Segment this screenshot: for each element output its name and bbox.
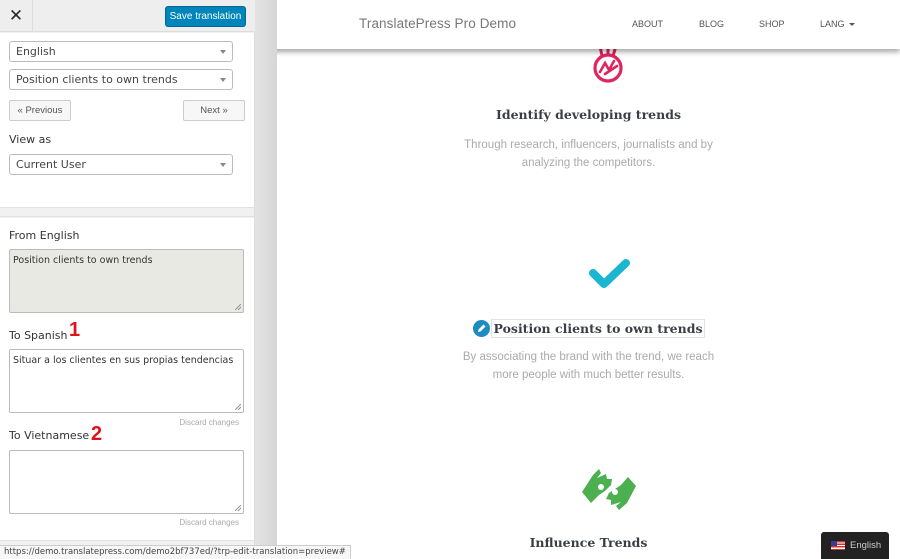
discard-changes-link-spanish[interactable]: Discard changes: [179, 418, 239, 427]
view-as-select-value: Current User: [16, 158, 86, 171]
original-text-value: Position clients to own trends: [13, 255, 153, 266]
discard-changes-link-vietnamese[interactable]: Discard changes: [179, 518, 239, 527]
translation-sidebar: ✕ Save translation English Position clie…: [0, 0, 255, 559]
resize-grip-icon[interactable]: [235, 404, 241, 410]
next-button[interactable]: Next »: [183, 100, 245, 121]
chevron-down-icon: [220, 50, 226, 54]
us-flag-icon: [831, 541, 845, 550]
string-select-value: Position clients to own trends: [16, 73, 178, 86]
browser-status-url: https://demo.translatepress.com/demo2bf7…: [0, 545, 351, 559]
preview-gutter: [255, 0, 277, 559]
sign-language-icon: [579, 465, 639, 519]
feature-description: By associating the brand with the trend,…: [277, 348, 900, 384]
language-switcher-label: English: [850, 540, 882, 551]
site-title[interactable]: TranslatePress Pro Demo: [359, 16, 516, 31]
sidebar-controls: English Position clients to own trends «…: [0, 33, 254, 207]
view-as-select[interactable]: Current User: [9, 154, 233, 175]
checkmark-icon: [589, 258, 631, 296]
chevron-down-icon: [220, 163, 226, 167]
translation-fields: From English Position clients to own tre…: [0, 218, 254, 540]
annotation-marker-1: 1: [69, 319, 81, 341]
edit-translation-pencil-icon[interactable]: [472, 320, 490, 337]
resize-grip-icon[interactable]: [235, 304, 241, 310]
close-editor-button[interactable]: ✕: [0, 0, 33, 32]
resize-grip-icon[interactable]: [235, 505, 241, 511]
language-select[interactable]: English: [9, 41, 233, 62]
nav-link-shop[interactable]: SHOP: [759, 19, 785, 29]
nav-link-blog[interactable]: BLOG: [699, 19, 724, 29]
nav-link-about[interactable]: ABOUT: [632, 19, 663, 29]
feature-identify-trends: Identify developing trends Through resea…: [277, 107, 900, 172]
language-select-value: English: [16, 45, 56, 58]
feature-desc-line: Through research, influencers, journalis…: [464, 139, 713, 151]
feature-title-editable[interactable]: Position clients to own trends: [490, 319, 706, 338]
site-header: TranslatePress Pro Demo ABOUT BLOG SHOP …: [277, 0, 900, 49]
spanish-translation-value: Situar a los clientes en sus propias ten…: [13, 355, 234, 366]
save-translation-button[interactable]: Save translation: [165, 6, 246, 27]
target-label-spanish: To Spanish: [9, 329, 68, 342]
caret-down-icon: [848, 23, 855, 27]
view-as-label: View as: [9, 133, 52, 146]
sidebar-header: ✕ Save translation: [0, 0, 255, 32]
nav-link-lang[interactable]: LANG: [820, 19, 855, 29]
feature-description: Through research, influencers, journalis…: [277, 136, 900, 172]
annotation-marker-2: 2: [91, 423, 103, 445]
feature-title-row: Position clients to own trends: [277, 319, 900, 338]
feature-desc-line: more people with much better results.: [492, 369, 685, 381]
feature-desc-line: By associating the brand with the trend,…: [462, 351, 715, 363]
close-icon: ✕: [8, 6, 24, 26]
feature-title: Influence Trends: [529, 535, 648, 550]
section-divider: [0, 207, 254, 217]
target-label-vietnamese: To Vietnamese: [9, 429, 90, 442]
spanish-translation-field[interactable]: Situar a los clientes en sus propias ten…: [9, 349, 244, 413]
feature-desc-line: analyzing the competitors.: [521, 157, 656, 169]
string-select[interactable]: Position clients to own trends: [9, 69, 233, 90]
vietnamese-translation-field[interactable]: [9, 450, 244, 514]
from-language-label: From English: [9, 229, 80, 242]
floating-language-switcher[interactable]: English: [821, 532, 889, 559]
feature-influence-trends: Influence Trends: [277, 535, 900, 550]
peace-hand-icon: [590, 42, 628, 88]
feature-position-clients: Position clients to own trends By associ…: [277, 319, 900, 384]
feature-title: Identify developing trends: [496, 107, 681, 122]
previous-button[interactable]: « Previous: [9, 100, 71, 121]
site-preview: TranslatePress Pro Demo ABOUT BLOG SHOP …: [277, 0, 900, 559]
chevron-down-icon: [220, 78, 226, 82]
original-text-field: Position clients to own trends: [9, 249, 244, 313]
nav-link-lang-label: LANG: [820, 19, 845, 29]
